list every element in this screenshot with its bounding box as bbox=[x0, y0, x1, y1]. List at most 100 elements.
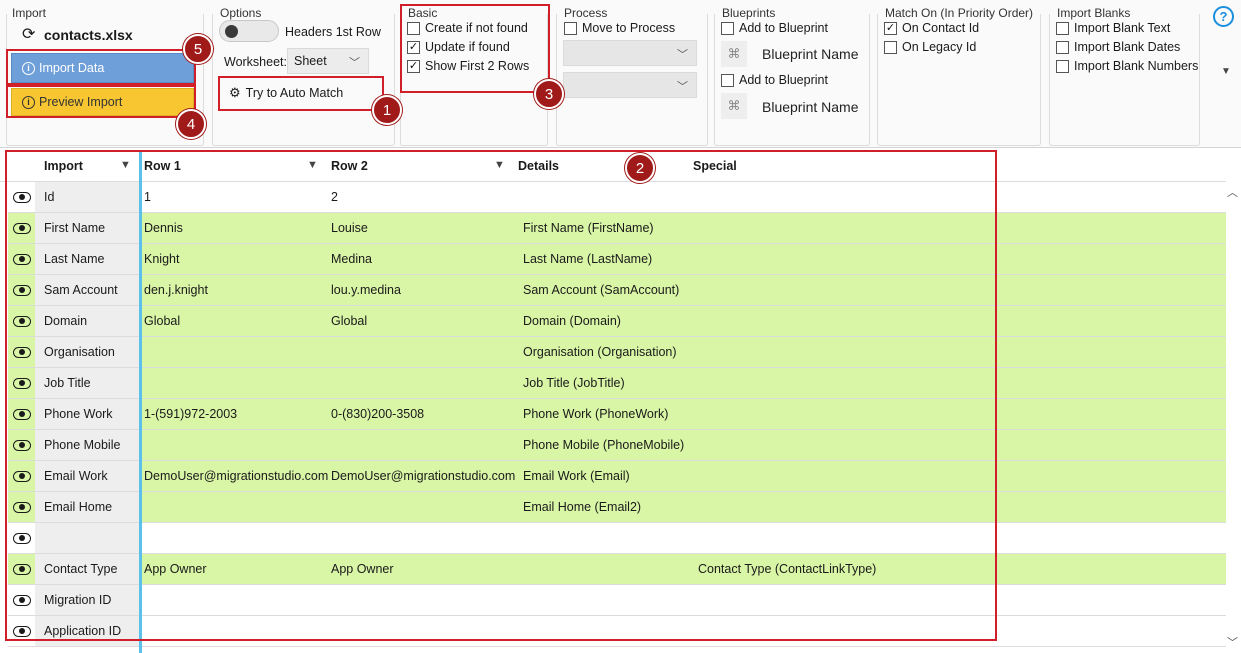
visibility-toggle-icon[interactable] bbox=[8, 461, 36, 491]
create-if-not-found-checkbox[interactable]: Create if not found bbox=[407, 21, 528, 35]
on-legacy-id-label: On Legacy Id bbox=[902, 40, 977, 54]
details-cell: Email Work (Email) bbox=[523, 469, 630, 483]
checkbox-box bbox=[721, 73, 734, 87]
row-1-cell: 1-(591)972-2003 bbox=[144, 407, 238, 421]
table-row[interactable]: Phone Work 1-(591)972-2003 0-(830)200-3508… bbox=[0, 399, 1226, 430]
table-row[interactable]: Application ID bbox=[0, 616, 1226, 647]
table-row[interactable] bbox=[0, 523, 1226, 554]
move-to-process-label: Move to Process bbox=[582, 21, 676, 35]
blueprint-name-2: Blueprint Name bbox=[762, 99, 859, 115]
row-2-cell: App Owner bbox=[331, 562, 394, 576]
column-header-import[interactable]: Import bbox=[44, 159, 83, 173]
gears-icon: ⚙ bbox=[229, 85, 241, 100]
filter-icon[interactable]: ▼ bbox=[307, 159, 318, 171]
table-row[interactable]: Contact Type App Owner App Owner Contact Ty… bbox=[0, 554, 1226, 585]
filter-icon[interactable]: ▼ bbox=[120, 159, 131, 171]
table-row[interactable]: Last Name Knight Medina Last Name (LastName… bbox=[0, 244, 1226, 275]
row-name-cell: Contact Type bbox=[44, 562, 118, 576]
visibility-toggle-icon[interactable] bbox=[8, 275, 36, 305]
column-header-row-2[interactable]: Row 2 bbox=[331, 159, 368, 173]
row-2-cell: DemoUser@migrationstudio.com bbox=[331, 469, 516, 483]
row-name-cell: Phone Work bbox=[44, 407, 113, 421]
table-row[interactable]: Migration ID bbox=[0, 585, 1226, 616]
move-to-process-checkbox[interactable]: Move to Process bbox=[564, 21, 675, 35]
process-select-1[interactable]: ﹀ bbox=[563, 40, 697, 66]
row-name-cell: Organisation bbox=[44, 345, 115, 359]
row-name-cell: Email Home bbox=[44, 500, 113, 514]
row-1-cell: DemoUser@migrationstudio.com bbox=[144, 469, 329, 483]
filter-icon[interactable]: ▼ bbox=[494, 159, 505, 171]
preview-import-label: Preview Import bbox=[39, 95, 123, 109]
row-2-cell: 0-(830)200-3508 bbox=[331, 407, 425, 421]
column-header-special[interactable]: Special bbox=[693, 159, 737, 173]
on-legacy-id-checkbox[interactable]: On Legacy Id bbox=[884, 40, 976, 54]
table-row[interactable]: Sam Account den.j.knight lou.y.medina Sam A… bbox=[0, 275, 1226, 306]
import-blank-dates-checkbox[interactable]: Import Blank Dates bbox=[1056, 40, 1180, 54]
table-row[interactable]: Job Title Job Title (JobTitle) bbox=[0, 368, 1226, 399]
row-name-cell: Migration ID bbox=[44, 593, 112, 607]
row-1-cell: App Owner bbox=[144, 562, 207, 576]
visibility-toggle-icon[interactable] bbox=[8, 430, 36, 460]
table-row[interactable]: Email Work DemoUser@migrationstudio.com De… bbox=[0, 461, 1226, 492]
visibility-toggle-icon[interactable] bbox=[8, 368, 36, 398]
grid-left-gutter bbox=[0, 182, 8, 653]
import-blank-text-label: Import Blank Text bbox=[1074, 21, 1171, 35]
preview-import-button[interactable]: i Preview Import bbox=[11, 88, 194, 116]
column-header-row-1[interactable]: Row 1 bbox=[144, 159, 181, 173]
row-2-cell: 2 bbox=[331, 190, 338, 204]
auto-match-button[interactable]: ⚙ Try to Auto Match bbox=[229, 85, 343, 101]
visibility-toggle-icon[interactable] bbox=[8, 306, 36, 336]
table-row[interactable]: First Name Dennis Louise First Name (FirstN… bbox=[0, 213, 1226, 244]
row-2-cell: lou.y.medina bbox=[331, 283, 401, 297]
visibility-toggle-icon[interactable] bbox=[8, 399, 36, 429]
details-cell: Organisation (Organisation) bbox=[523, 345, 677, 359]
row-name-cell: Id bbox=[44, 190, 55, 204]
blueprint-icon[interactable]: ⌘ bbox=[721, 93, 747, 119]
visibility-toggle-icon[interactable] bbox=[8, 616, 36, 646]
visibility-toggle-icon[interactable] bbox=[8, 492, 36, 522]
on-contact-id-label: On Contact Id bbox=[902, 21, 980, 35]
row-1-cell: den.j.knight bbox=[144, 283, 208, 297]
scroll-down-icon[interactable]: ﹀ bbox=[1227, 634, 1238, 650]
callout-badge-5: 5 bbox=[183, 34, 213, 64]
add-to-blueprint-checkbox-2[interactable]: Add to Blueprint bbox=[721, 73, 828, 87]
table-row[interactable]: Domain Global Global Domain (Domain) bbox=[0, 306, 1226, 337]
chevron-down-icon: ﹀ bbox=[677, 81, 688, 93]
visibility-toggle-icon[interactable] bbox=[8, 554, 36, 584]
import-data-label: Import Data bbox=[39, 61, 105, 75]
headers-toggle[interactable] bbox=[219, 20, 279, 42]
process-select-2[interactable]: ﹀ bbox=[563, 72, 697, 98]
table-row[interactable]: Id 1 2 bbox=[0, 182, 1226, 213]
table-row[interactable]: Phone Mobile Phone Mobile (PhoneMobile) bbox=[0, 430, 1226, 461]
visibility-toggle-icon[interactable] bbox=[8, 244, 36, 274]
visibility-toggle-icon[interactable] bbox=[8, 523, 36, 553]
row-name-cell: First Name bbox=[44, 221, 106, 235]
show-first-rows-checkbox[interactable]: ✓ Show First 2 Rows bbox=[407, 59, 529, 73]
import-blank-numbers-checkbox[interactable]: Import Blank Numbers bbox=[1056, 59, 1198, 73]
visibility-toggle-icon[interactable] bbox=[8, 182, 36, 212]
visibility-toggle-icon[interactable] bbox=[8, 337, 36, 367]
help-icon[interactable]: ? bbox=[1213, 6, 1234, 27]
visibility-toggle-icon[interactable] bbox=[8, 585, 36, 615]
checkmark-icon: ✓ bbox=[884, 21, 897, 35]
checkbox-box bbox=[564, 21, 577, 35]
table-row[interactable]: Email Home Email Home (Email2) bbox=[0, 492, 1226, 523]
row-name-cell: Email Work bbox=[44, 469, 108, 483]
visibility-toggle-icon[interactable] bbox=[8, 213, 36, 243]
scroll-up-icon[interactable]: ︿ bbox=[1227, 184, 1238, 200]
refresh-icon[interactable]: ⟳ bbox=[22, 24, 35, 44]
frozen-column-divider[interactable] bbox=[139, 150, 142, 653]
blueprint-icon[interactable]: ⌘ bbox=[721, 41, 747, 67]
worksheet-select[interactable]: Sheet ﹀ bbox=[287, 48, 369, 74]
ribbon-expand-icon[interactable]: ▼ bbox=[1221, 66, 1231, 77]
details-cell: Phone Work (PhoneWork) bbox=[523, 407, 669, 421]
row-2-cell: Louise bbox=[331, 221, 368, 235]
import-blank-text-checkbox[interactable]: Import Blank Text bbox=[1056, 21, 1170, 35]
on-contact-id-checkbox[interactable]: ✓ On Contact Id bbox=[884, 21, 979, 35]
update-if-found-checkbox[interactable]: ✓ Update if found bbox=[407, 40, 510, 54]
column-header-details[interactable]: Details bbox=[518, 159, 559, 173]
import-data-button[interactable]: i Import Data bbox=[11, 53, 194, 83]
add-to-blueprint-checkbox-1[interactable]: Add to Blueprint bbox=[721, 21, 828, 35]
details-cell: Last Name (LastName) bbox=[523, 252, 653, 266]
table-row[interactable]: Organisation Organisation (Organisation) bbox=[0, 337, 1226, 368]
